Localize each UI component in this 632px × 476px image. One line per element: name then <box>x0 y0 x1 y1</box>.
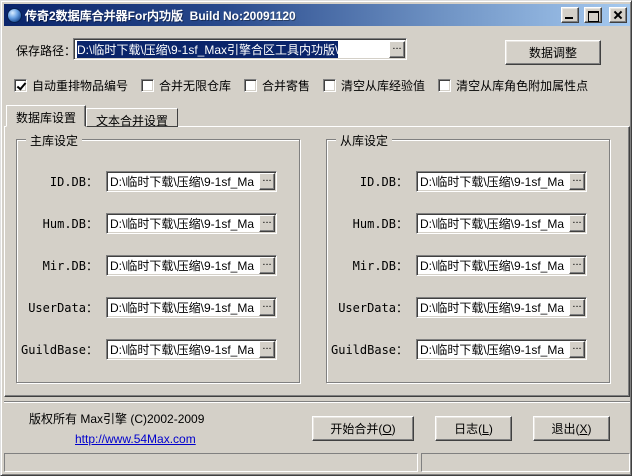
master-guildbase-input[interactable]: D:\临时下载\压缩\9-1sf_Ma ... <box>106 339 277 360</box>
field-value: D:\临时下载\压缩\9-1sf_Ma <box>110 215 259 232</box>
slave-mirdb-input[interactable]: D:\临时下载\压缩\9-1sf_Ma ... <box>416 255 587 276</box>
field-label: Mir.DB： <box>21 257 106 274</box>
browse-ellipsis-button[interactable]: ... <box>259 299 275 316</box>
checkbox-icon[interactable] <box>438 79 451 92</box>
tab-text-merge-settings[interactable]: 文本合并设置 <box>86 108 178 127</box>
save-path-input[interactable]: D:\临时下载\压缩\9-1sf_Max引擎合区工具内功版\ ... <box>73 38 407 60</box>
data-adjust-button[interactable]: 数据调整 <box>505 40 601 65</box>
field-row-master-humdb: Hum.DB： D:\临时下载\压缩\9-1sf_Ma ... <box>21 213 287 234</box>
options-row: 自动重排物品编号 合并无限仓库 合并寄售 清空从库经验值 清空从库角色附加属性点 <box>14 77 588 94</box>
field-value: D:\临时下载\压缩\9-1sf_Ma <box>110 299 259 316</box>
tab-strip: 数据库设置 文本合并设置 <box>6 105 178 127</box>
checkbox-label: 自动重排物品编号 <box>32 77 128 94</box>
checkbox-merge-unlimited-storage[interactable]: 合并无限仓库 <box>141 77 231 94</box>
checkbox-icon[interactable] <box>323 79 336 92</box>
slave-userdata-input[interactable]: D:\临时下载\压缩\9-1sf_Ma ... <box>416 297 587 318</box>
checkbox-clear-slave-exp[interactable]: 清空从库经验值 <box>323 77 425 94</box>
copyright-text: 版权所有 Max引擎 (C)2002-2009 <box>29 410 204 427</box>
field-label: Hum.DB： <box>21 215 106 232</box>
field-label: ID.DB： <box>21 173 106 190</box>
master-mirdb-input[interactable]: D:\临时下载\压缩\9-1sf_Ma ... <box>106 255 277 276</box>
browse-ellipsis-button[interactable]: ... <box>259 215 275 232</box>
field-value: D:\临时下载\压缩\9-1sf_Ma <box>420 257 569 274</box>
field-value: D:\临时下载\压缩\9-1sf_Ma <box>420 215 569 232</box>
field-row-master-guildbase: GuildBase： D:\临时下载\压缩\9-1sf_Ma ... <box>21 339 287 360</box>
exit-button[interactable]: 退出(X) <box>533 416 610 441</box>
master-userdata-input[interactable]: D:\临时下载\压缩\9-1sf_Ma ... <box>106 297 277 318</box>
checkbox-label: 清空从库角色附加属性点 <box>456 77 588 94</box>
status-panel-left <box>4 453 418 472</box>
browse-ellipsis-button[interactable]: ... <box>259 173 275 190</box>
maximize-button[interactable] <box>584 7 602 23</box>
checkbox-icon[interactable] <box>14 79 27 92</box>
checkbox-clear-slave-bonus-points[interactable]: 清空从库角色附加属性点 <box>438 77 588 94</box>
minimize-button[interactable] <box>561 7 579 23</box>
group-slave-db: 从库设定 ID.DB： D:\临时下载\压缩\9-1sf_Ma ... Hum.… <box>326 139 610 383</box>
tab-database-settings[interactable]: 数据库设置 <box>6 105 86 127</box>
browse-ellipsis-button[interactable]: ... <box>569 341 585 358</box>
field-row-master-mirdb: Mir.DB： D:\临时下载\压缩\9-1sf_Ma ... <box>21 255 287 276</box>
slave-guildbase-input[interactable]: D:\临时下载\压缩\9-1sf_Ma ... <box>416 339 587 360</box>
checkbox-label: 合并无限仓库 <box>159 77 231 94</box>
checkbox-merge-consignment[interactable]: 合并寄售 <box>244 77 310 94</box>
close-button[interactable] <box>609 7 627 23</box>
field-value: D:\临时下载\压缩\9-1sf_Ma <box>420 173 569 190</box>
slave-iddb-input[interactable]: D:\临时下载\压缩\9-1sf_Ma ... <box>416 171 587 192</box>
field-row-slave-iddb: ID.DB： D:\临时下载\压缩\9-1sf_Ma ... <box>331 171 597 192</box>
master-iddb-input[interactable]: D:\临时下载\压缩\9-1sf_Ma ... <box>106 171 277 192</box>
browse-ellipsis-button[interactable]: ... <box>569 173 585 190</box>
group-title: 主库设定 <box>26 132 82 149</box>
app-icon <box>7 8 22 23</box>
group-master-db: 主库设定 ID.DB： D:\临时下载\压缩\9-1sf_Ma ... Hum.… <box>16 139 300 383</box>
log-button[interactable]: 日志(L) <box>435 416 512 441</box>
field-value: D:\临时下载\压缩\9-1sf_Ma <box>420 299 569 316</box>
field-label: Hum.DB： <box>331 215 416 232</box>
status-panel-right <box>421 453 630 472</box>
tab-page-database-settings: 主库设定 ID.DB： D:\临时下载\压缩\9-1sf_Ma ... Hum.… <box>4 126 630 397</box>
save-path-label: 保存路径： <box>16 42 76 59</box>
save-path-value: D:\临时下载\压缩\9-1sf_Max引擎合区工具内功版\ <box>77 41 338 58</box>
title-bar: 传奇2数据库合并器For内功版 Build No:20091120 <box>4 4 630 26</box>
checkbox-auto-renumber-items[interactable]: 自动重排物品编号 <box>14 77 128 94</box>
start-merge-button[interactable]: 开始合并(O) <box>312 416 414 441</box>
field-value: D:\临时下载\压缩\9-1sf_Ma <box>420 341 569 358</box>
checkbox-label: 清空从库经验值 <box>341 77 425 94</box>
field-value: D:\临时下载\压缩\9-1sf_Ma <box>110 341 259 358</box>
field-label: GuildBase： <box>21 341 106 358</box>
field-row-slave-mirdb: Mir.DB： D:\临时下载\压缩\9-1sf_Ma ... <box>331 255 597 276</box>
field-row-slave-humdb: Hum.DB： D:\临时下载\压缩\9-1sf_Ma ... <box>331 213 597 234</box>
field-row-slave-userdata: UserData： D:\临时下载\压缩\9-1sf_Ma ... <box>331 297 597 318</box>
field-value: D:\临时下载\压缩\9-1sf_Ma <box>110 173 259 190</box>
checkbox-label: 合并寄售 <box>262 77 310 94</box>
field-label: ID.DB： <box>331 173 416 190</box>
field-label: UserData： <box>331 299 416 316</box>
field-row-slave-guildbase: GuildBase： D:\临时下载\压缩\9-1sf_Ma ... <box>331 339 597 360</box>
slave-humdb-input[interactable]: D:\临时下载\压缩\9-1sf_Ma ... <box>416 213 587 234</box>
field-label: UserData： <box>21 299 106 316</box>
browse-ellipsis-button[interactable]: ... <box>569 299 585 316</box>
browse-ellipsis-button[interactable]: ... <box>259 341 275 358</box>
field-value: D:\临时下载\压缩\9-1sf_Ma <box>110 257 259 274</box>
browse-ellipsis-button[interactable]: ... <box>259 257 275 274</box>
field-row-master-iddb: ID.DB： D:\临时下载\压缩\9-1sf_Ma ... <box>21 171 287 192</box>
window-title: 传奇2数据库合并器For内功版 Build No:20091120 <box>25 7 556 24</box>
master-humdb-input[interactable]: D:\临时下载\压缩\9-1sf_Ma ... <box>106 213 277 234</box>
field-row-master-userdata: UserData： D:\临时下载\压缩\9-1sf_Ma ... <box>21 297 287 318</box>
group-title: 从库设定 <box>336 132 392 149</box>
app-window: 传奇2数据库合并器For内功版 Build No:20091120 保存路径： … <box>0 0 632 476</box>
checkbox-icon[interactable] <box>141 79 154 92</box>
homepage-link[interactable]: http://www.54Max.com <box>75 432 196 446</box>
field-label: GuildBase： <box>331 341 416 358</box>
checkbox-icon[interactable] <box>244 79 257 92</box>
field-label: Mir.DB： <box>331 257 416 274</box>
browse-ellipsis-button[interactable]: ... <box>389 41 405 58</box>
browse-ellipsis-button[interactable]: ... <box>569 257 585 274</box>
browse-ellipsis-button[interactable]: ... <box>569 215 585 232</box>
